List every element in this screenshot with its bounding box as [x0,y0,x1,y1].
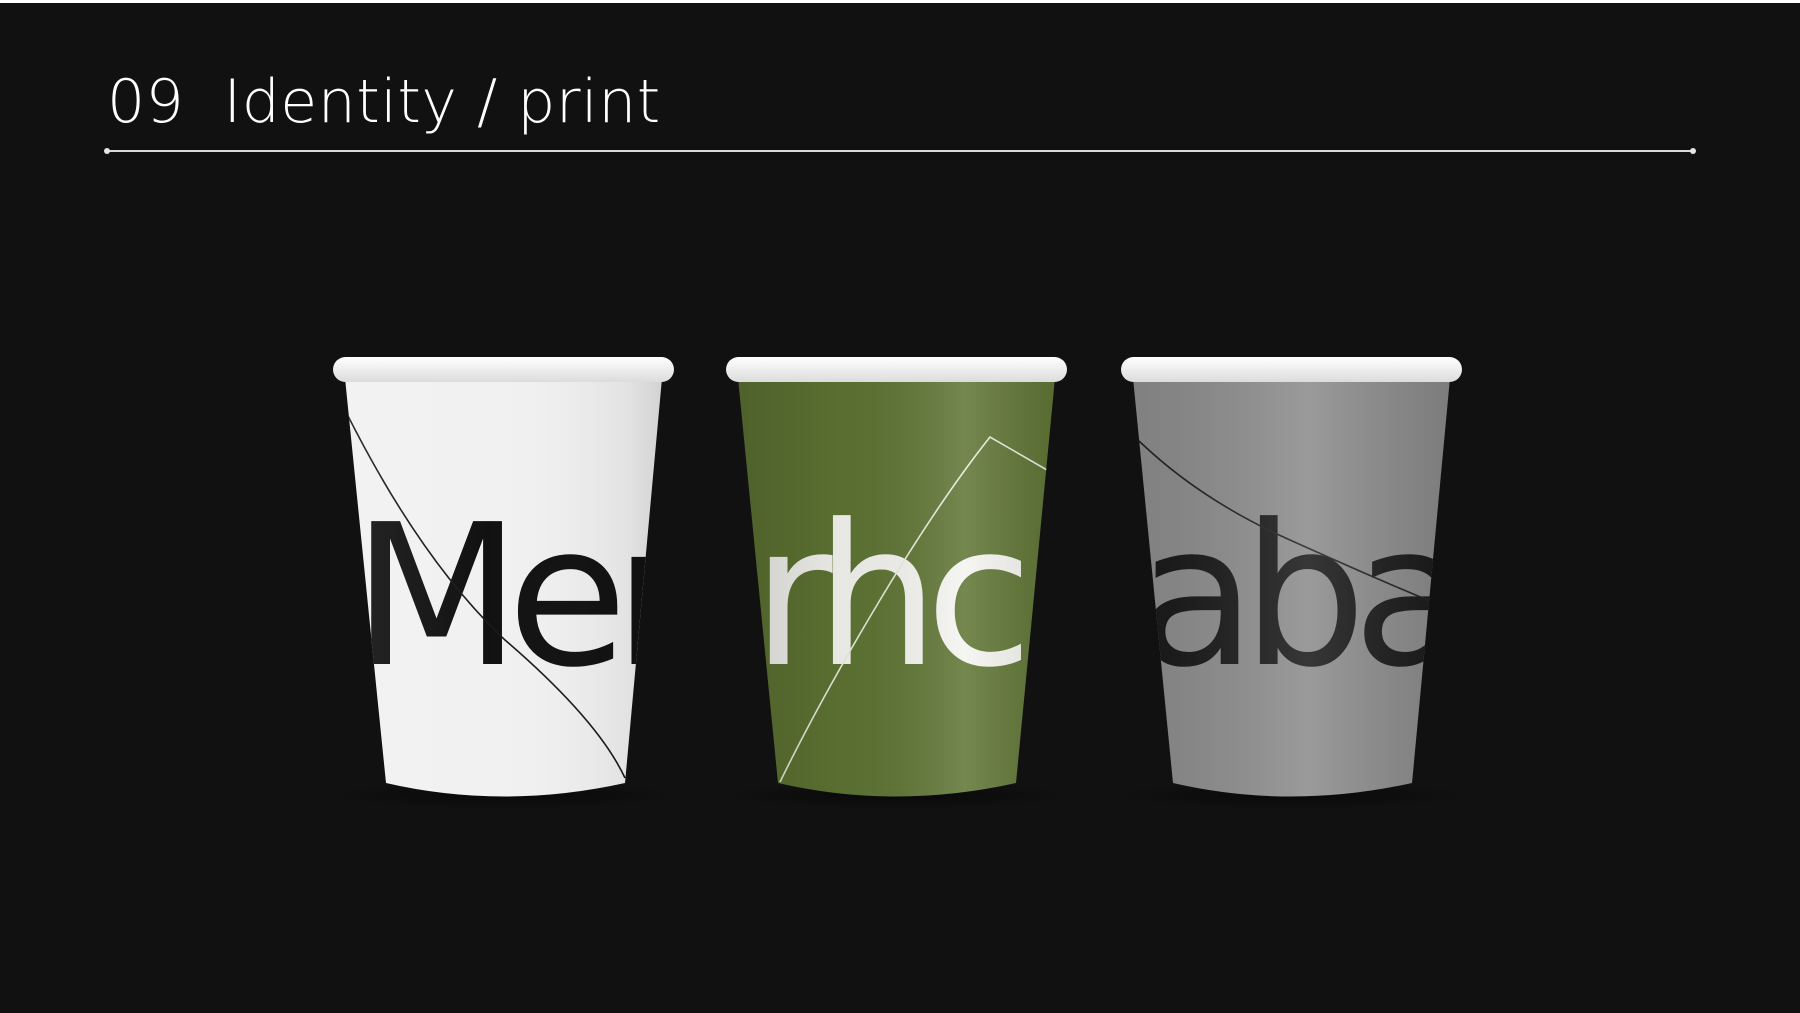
cup-rim [333,357,674,382]
cup-rim [1121,357,1462,382]
cup-green: rhca [726,357,1067,797]
cup-rim [726,357,1067,382]
cup-grey: aba [1121,357,1462,797]
cup-white: Mer [333,357,674,797]
cups-illustration: Mer rhca aba [330,357,1467,809]
cup-mockup-group: Mer rhca aba [0,0,1800,1013]
